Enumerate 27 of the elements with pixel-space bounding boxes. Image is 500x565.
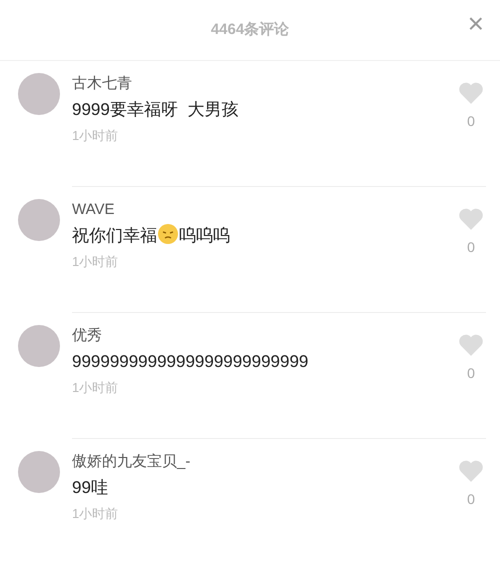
avatar-placeholder[interactable] <box>18 73 60 116</box>
timestamp: 1小时前 <box>72 505 120 524</box>
like-count: 0 <box>467 364 475 384</box>
comment-text: 呜呜呜 <box>179 226 230 246</box>
username[interactable]: 优秀 <box>72 325 456 348</box>
username[interactable]: 古木七青 <box>72 73 456 96</box>
like-count: 0 <box>467 112 475 132</box>
avatar-placeholder[interactable] <box>18 199 60 242</box>
timestamp: 1小时前 <box>72 127 120 146</box>
username[interactable]: WAVE <box>72 199 456 222</box>
timestamp: 1小时前 <box>72 253 120 272</box>
comment-text: 9999999999999999999999999 <box>72 352 308 372</box>
avatar-placeholder[interactable] <box>18 451 60 494</box>
username[interactable]: 傲娇的九友宝贝_- <box>72 451 456 474</box>
heart-icon[interactable] <box>458 81 484 106</box>
like-count: 0 <box>467 490 475 510</box>
comment-text: 祝你们幸福 <box>72 226 157 246</box>
comment-text: 9999要幸福呀 大男孩 <box>72 100 238 120</box>
heart-icon[interactable] <box>458 333 484 358</box>
avatar-placeholder[interactable] <box>18 325 60 368</box>
sad-face-emoji-icon <box>158 224 178 244</box>
heart-icon[interactable] <box>458 459 484 484</box>
timestamp: 1小时前 <box>72 379 120 398</box>
heart-icon[interactable] <box>458 207 484 232</box>
comment-text: 99哇 <box>72 478 108 498</box>
like-count: 0 <box>467 238 475 258</box>
comment-count-title: 4464条评论 <box>210 20 290 40</box>
